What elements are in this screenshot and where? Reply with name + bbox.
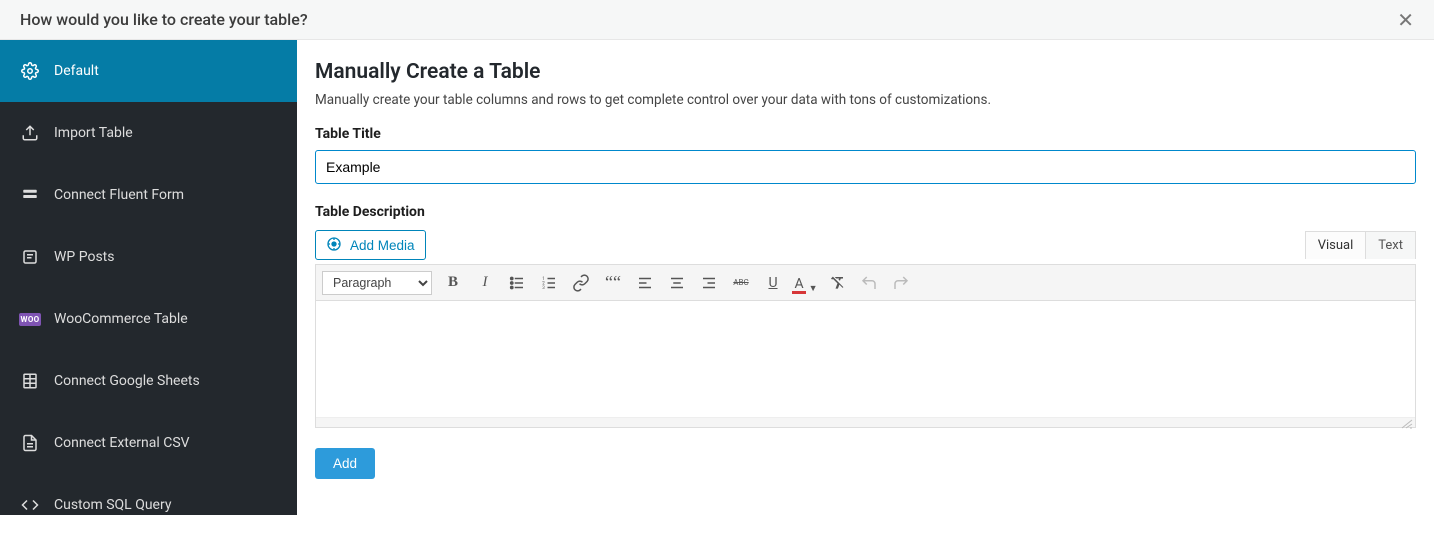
gear-icon xyxy=(20,61,40,81)
sidebar-item-wp-posts[interactable]: WP Posts xyxy=(0,226,297,288)
description-editor[interactable] xyxy=(316,301,1415,413)
sidebar-item-label: WP Posts xyxy=(54,249,114,265)
bullet-list-icon[interactable] xyxy=(506,272,528,294)
sidebar-item-woocommerce[interactable]: WOO WooCommerce Table xyxy=(0,288,297,350)
sidebar-item-label: Import Table xyxy=(54,125,133,141)
tab-visual[interactable]: Visual xyxy=(1306,232,1366,259)
editor-resize-bar[interactable] xyxy=(316,417,1415,427)
sidebar-item-import-table[interactable]: Import Table xyxy=(0,102,297,164)
align-right-icon[interactable] xyxy=(698,272,720,294)
italic-icon[interactable]: I xyxy=(474,272,496,294)
wysiwyg-editor: Paragraph B I 123 ““ xyxy=(315,264,1416,428)
sidebar-item-label: Connect External CSV xyxy=(54,435,190,451)
add-button[interactable]: Add xyxy=(315,448,375,479)
link-icon[interactable] xyxy=(570,272,592,294)
add-media-label: Add Media xyxy=(350,238,415,253)
blockquote-icon[interactable]: ““ xyxy=(602,272,624,294)
page-subtitle: Manually create your table columns and r… xyxy=(315,92,1416,108)
align-left-icon[interactable] xyxy=(634,272,656,294)
modal-header: How would you like to create your table?… xyxy=(0,0,1434,40)
svg-text:3: 3 xyxy=(542,285,545,291)
tab-text[interactable]: Text xyxy=(1365,232,1415,259)
woo-icon: WOO xyxy=(20,309,40,329)
sidebar: Default Import Table Connect Fluent Form… xyxy=(0,40,297,515)
undo-icon[interactable] xyxy=(858,272,880,294)
table-title-label: Table Title xyxy=(315,126,1416,142)
body-wrap: Default Import Table Connect Fluent Form… xyxy=(0,40,1434,515)
sidebar-item-label: Custom SQL Query xyxy=(54,497,171,513)
file-icon xyxy=(20,433,40,453)
sidebar-item-label: Connect Fluent Form xyxy=(54,187,184,203)
table-description-label: Table Description xyxy=(315,204,1416,220)
text-color-icon[interactable]: A▼ xyxy=(794,272,816,294)
format-select[interactable]: Paragraph xyxy=(322,271,432,295)
clear-format-icon[interactable] xyxy=(826,272,848,294)
sidebar-item-label: WooCommerce Table xyxy=(54,311,188,327)
main-panel: Manually Create a Table Manually create … xyxy=(297,40,1434,515)
modal-title: How would you like to create your table? xyxy=(20,10,308,29)
strikethrough-icon[interactable]: ABC xyxy=(730,272,752,294)
sidebar-item-google-sheets[interactable]: Connect Google Sheets xyxy=(0,350,297,412)
editor-top-row: Add Media Visual Text xyxy=(315,230,1416,260)
form-icon xyxy=(20,185,40,205)
numbered-list-icon[interactable]: 123 xyxy=(538,272,560,294)
sidebar-item-sql-query[interactable]: Custom SQL Query xyxy=(0,474,297,536)
align-center-icon[interactable] xyxy=(666,272,688,294)
upload-icon xyxy=(20,123,40,143)
editor-toolbar: Paragraph B I 123 ““ xyxy=(316,265,1415,301)
page-title: Manually Create a Table xyxy=(315,60,1416,84)
editor-tabs: Visual Text xyxy=(1305,231,1416,259)
sidebar-item-label: Connect Google Sheets xyxy=(54,373,200,389)
sheet-icon xyxy=(20,371,40,391)
resize-grip-icon xyxy=(1401,417,1413,427)
add-media-button[interactable]: Add Media xyxy=(315,230,426,260)
sidebar-item-fluent-form[interactable]: Connect Fluent Form xyxy=(0,164,297,226)
bold-icon[interactable]: B xyxy=(442,272,464,294)
media-icon xyxy=(326,236,342,255)
redo-icon[interactable] xyxy=(890,272,912,294)
code-icon xyxy=(20,495,40,515)
sidebar-item-label: Default xyxy=(54,63,99,79)
table-title-input[interactable] xyxy=(315,150,1416,184)
sidebar-item-external-csv[interactable]: Connect External CSV xyxy=(0,412,297,474)
close-icon[interactable]: ✕ xyxy=(1397,6,1414,34)
sidebar-item-default[interactable]: Default xyxy=(0,40,297,102)
posts-icon xyxy=(20,247,40,267)
underline-icon[interactable]: U xyxy=(762,272,784,294)
